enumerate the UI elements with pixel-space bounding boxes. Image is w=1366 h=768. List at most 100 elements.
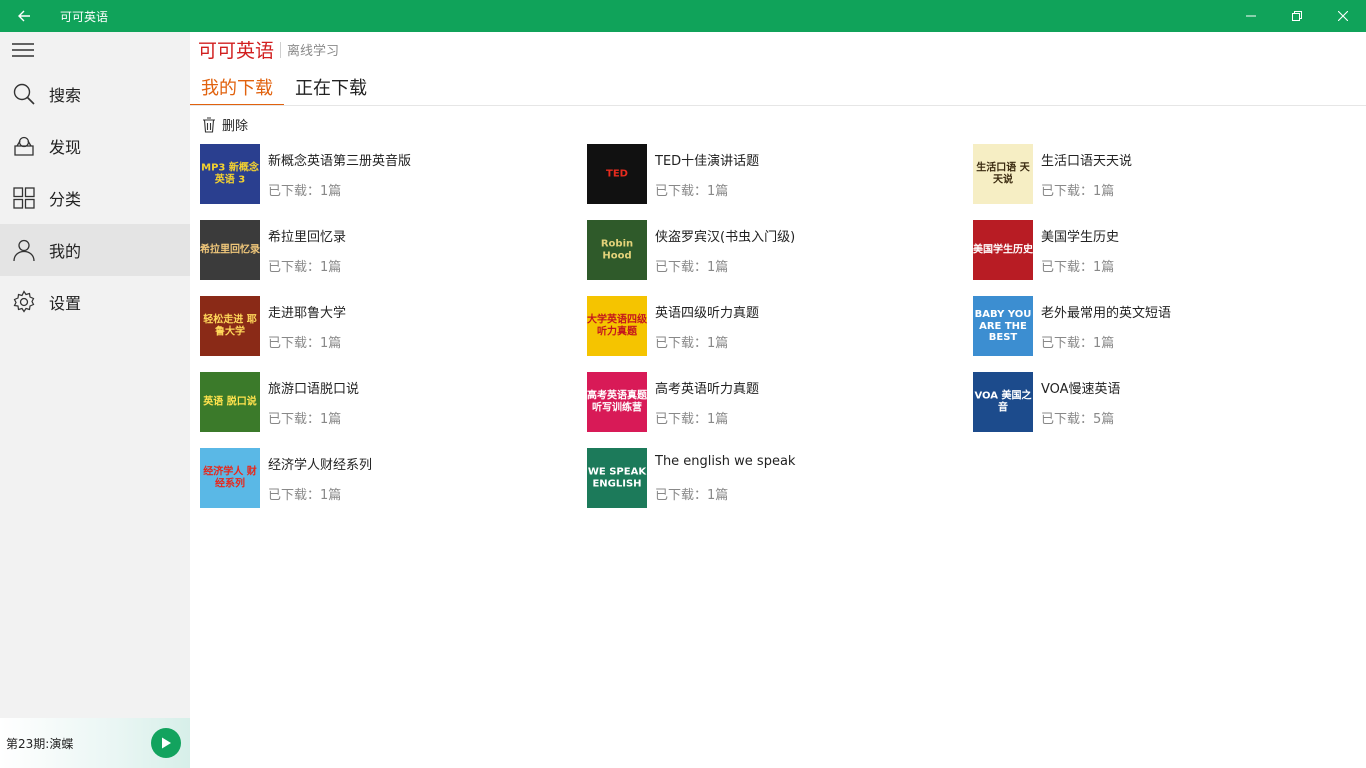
window-title: 可可英语 [60, 9, 109, 24]
download-item[interactable]: VOA 美国之音 VOA慢速英语已下载：5篇 [973, 372, 1353, 432]
back-button[interactable] [0, 0, 48, 32]
download-item[interactable]: 美国学生历史 美国学生历史 已下载：1篇 [973, 220, 1353, 280]
tab-bar: 我的下载 正在下载 [190, 70, 378, 106]
download-title[interactable]: TED十佳演讲话题 [655, 150, 759, 169]
download-title[interactable]: 英语四级听力真题 [655, 302, 759, 321]
download-title[interactable]: 旅游口语脱口说 [268, 378, 359, 397]
back-arrow-icon [18, 10, 30, 22]
tab-my-downloads[interactable]: 我的下载 [190, 70, 284, 106]
download-title[interactable]: 老外最常用的英文短语 [1041, 302, 1171, 321]
album-cover[interactable]: TED [587, 144, 647, 204]
sidebar-item-label: 分类 [49, 190, 82, 209]
album-cover[interactable]: 轻松走进 耶鲁大学 [200, 296, 260, 356]
download-count: 已下载：1篇 [268, 260, 342, 275]
download-count: 已下载：1篇 [268, 336, 342, 351]
cover-text: Robin Hood [600, 238, 634, 262]
cover-text: 生活口语 天天说 [976, 162, 1030, 186]
tab-divider [190, 105, 1366, 106]
album-cover[interactable]: 生活口语 天天说 [973, 144, 1033, 204]
cover-text: 希拉里回忆录 [200, 244, 260, 256]
album-cover[interactable]: VOA 美国之音 [973, 372, 1033, 432]
album-cover[interactable]: 经济学人 财经系列 [200, 448, 260, 508]
close-icon [1338, 11, 1348, 21]
album-cover[interactable]: BABY YOU ARE THE BEST [973, 296, 1033, 356]
download-item[interactable]: Robin Hood 侠盗罗宾汉(书虫入门级) 已下载：1篇 [587, 220, 967, 280]
download-title[interactable]: 希拉里回忆录 [268, 226, 346, 245]
cover-text: 轻松走进 耶鲁大学 [203, 314, 257, 338]
download-item[interactable]: 大学英语四级 听力真题 英语四级听力真题 已下载：1篇 [587, 296, 967, 356]
minimize-icon [1246, 15, 1256, 17]
cover-text: WE SPEAK ENGLISH [587, 466, 647, 490]
delete-button[interactable]: 删除 [202, 115, 248, 134]
cover-text: 经济学人 财经系列 [203, 466, 257, 490]
download-item[interactable]: 生活口语 天天说 生活口语天天说 已下载：1篇 [973, 144, 1353, 204]
album-cover[interactable]: 高考英语真题 听写训练营 [587, 372, 647, 432]
download-title[interactable]: 生活口语天天说 [1041, 150, 1132, 169]
discover-icon [12, 134, 36, 158]
download-item[interactable]: 希拉里回忆录 希拉里回忆录 已下载：1篇 [200, 220, 580, 280]
download-title[interactable]: 走进耶鲁大学 [268, 302, 346, 321]
tab-downloading[interactable]: 正在下载 [284, 70, 378, 104]
category-icon [12, 186, 36, 210]
cover-text: 英语 脱口说 [203, 396, 257, 408]
sidebar-item-search[interactable]: 搜索 [0, 68, 190, 120]
download-title[interactable]: VOA慢速英语 [1041, 378, 1121, 397]
download-item[interactable]: TED TED十佳演讲话题已下载：1篇 [587, 144, 967, 204]
cover-text: BABY YOU ARE THE BEST [974, 308, 1032, 343]
download-title[interactable]: 高考英语听力真题 [655, 378, 759, 397]
now-playing-title: 第23期:演蝶 [6, 736, 74, 751]
cover-text: TED [606, 168, 628, 180]
download-count: 已下载：1篇 [655, 184, 729, 199]
brand-header: 可可英语 离线学习 [198, 36, 339, 63]
sidebar-item-discover[interactable]: 发现 [0, 120, 190, 172]
download-count: 已下载：1篇 [655, 412, 729, 427]
restore-button[interactable] [1274, 0, 1320, 32]
close-button[interactable] [1320, 0, 1366, 32]
trash-icon [202, 116, 216, 133]
download-title[interactable]: 新概念英语第三册英音版 [268, 150, 411, 169]
cover-text: 美国学生历史 [973, 244, 1033, 256]
download-item[interactable]: 轻松走进 耶鲁大学 走进耶鲁大学已下载：1篇 [200, 296, 580, 356]
user-icon [12, 238, 36, 262]
sidebar-item-label: 设置 [49, 294, 82, 313]
download-count: 已下载：5篇 [1041, 412, 1115, 427]
restore-icon [1292, 11, 1302, 21]
download-title[interactable]: 侠盗罗宾汉(书虫入门级) [655, 226, 795, 245]
album-cover[interactable]: MP3 新概念英语 3 [200, 144, 260, 204]
album-cover[interactable]: 英语 脱口说 [200, 372, 260, 432]
album-cover[interactable]: 希拉里回忆录 [200, 220, 260, 280]
download-count: 已下载：1篇 [268, 488, 342, 503]
album-cover[interactable]: 美国学生历史 [973, 220, 1033, 280]
gear-icon [12, 290, 36, 314]
brand-separator [280, 41, 282, 58]
download-item[interactable]: 英语 脱口说 旅游口语脱口说已下载：1篇 [200, 372, 580, 432]
cover-text: VOA 美国之音 [974, 390, 1032, 414]
download-count: 已下载：1篇 [268, 412, 342, 427]
album-cover[interactable]: Robin Hood [587, 220, 647, 280]
download-item[interactable]: MP3 新概念英语 3 新概念英语第三册英音版 已下载：1篇 [200, 144, 580, 204]
menu-toggle-button[interactable] [0, 32, 190, 68]
sidebar-item-category[interactable]: 分类 [0, 172, 190, 224]
brand-subtitle: 离线学习 [287, 44, 340, 59]
download-item[interactable]: 高考英语真题 听写训练营 高考英语听力真题已下载：1篇 [587, 372, 967, 432]
download-item[interactable]: BABY YOU ARE THE BEST 老外最常用的英文短语 已下载：1篇 [973, 296, 1353, 356]
download-item[interactable]: 经济学人 财经系列 经济学人财经系列已下载：1篇 [200, 448, 580, 508]
album-cover[interactable]: WE SPEAK ENGLISH [587, 448, 647, 508]
download-count: 已下载：1篇 [1041, 260, 1115, 275]
brand-name: 可可英语 [198, 40, 275, 62]
download-title[interactable]: 经济学人财经系列 [268, 454, 372, 473]
download-title[interactable]: 美国学生历史 [1041, 226, 1119, 245]
sidebar-item-mine[interactable]: 我的 [0, 224, 190, 276]
download-count: 已下载：1篇 [655, 488, 729, 503]
play-icon [162, 737, 171, 749]
minimize-button[interactable] [1228, 0, 1274, 32]
sidebar-item-label: 搜索 [49, 86, 82, 105]
sidebar: 搜索 发现 分类 我的 设置 第23期:演蝶 [0, 32, 190, 768]
title-bar: 可可英语 [0, 0, 1366, 32]
album-cover[interactable]: 大学英语四级 听力真题 [587, 296, 647, 356]
download-item[interactable]: WE SPEAK ENGLISH The english we speak 已下载：… [587, 448, 967, 508]
sidebar-item-label: 我的 [49, 242, 82, 261]
download-title[interactable]: The english we speak [655, 454, 795, 469]
sidebar-item-settings[interactable]: 设置 [0, 276, 190, 328]
play-button[interactable] [151, 728, 181, 758]
